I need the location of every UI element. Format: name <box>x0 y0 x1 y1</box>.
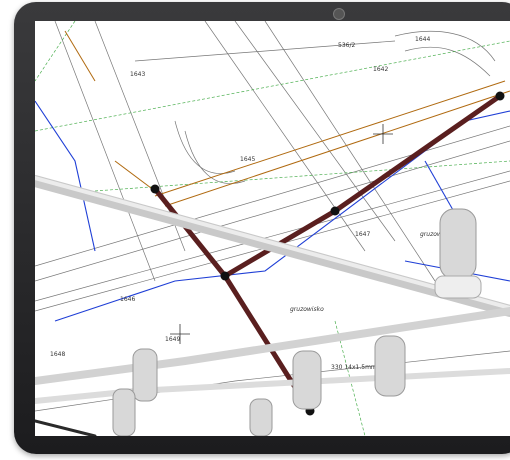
parcel-label: 1646 <box>120 296 135 303</box>
parcel-label: 536/2 <box>338 42 355 49</box>
webcam-dot-icon <box>333 8 345 20</box>
parcel-label: 1649 <box>165 336 180 343</box>
parcel-label: 1647 <box>355 231 370 238</box>
insulator <box>249 398 273 436</box>
parcel-label: 1642 <box>373 66 388 73</box>
parcel-label: 1644 <box>415 36 430 43</box>
laptop-frame: 536/2 1642 1643 1644 1645 1646 1647 1648… <box>0 0 510 460</box>
gas-lines <box>64 30 510 207</box>
overhead-cables <box>35 175 510 436</box>
insulator <box>112 388 136 436</box>
cad-drawing: 536/2 1642 1643 1644 1645 1646 1647 1648… <box>35 21 510 436</box>
insulator <box>374 335 406 397</box>
parcel-label: 1648 <box>50 351 65 358</box>
parcel-label: 1643 <box>130 71 145 78</box>
parcel-label: 1645 <box>240 156 255 163</box>
insulator <box>434 208 482 299</box>
cad-map-screen: 536/2 1642 1643 1644 1645 1646 1647 1648… <box>35 21 510 436</box>
insulator <box>292 350 322 410</box>
insulator <box>132 348 158 402</box>
annotation-label: gruzowisko <box>290 306 324 313</box>
